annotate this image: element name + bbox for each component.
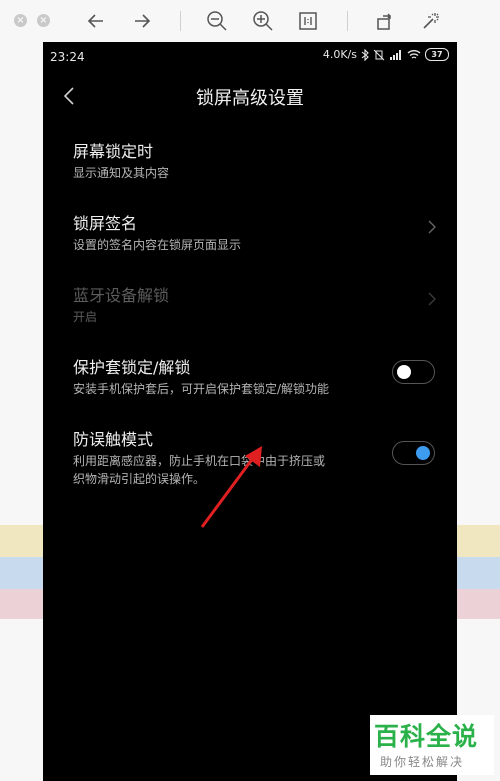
watermark-logo: 百科全说	[374, 722, 479, 751]
rotate-icon[interactable]	[373, 9, 397, 33]
phone-screen: 23:24 4.0K/s 37 锁屏高级设置 屏幕锁定时 显示通知及其内容 锁屏…	[43, 42, 457, 781]
background-strip	[0, 557, 44, 589]
forward-arrow-icon[interactable]	[130, 9, 154, 33]
background-strip	[456, 525, 500, 557]
minimize-icon[interactable]: ×	[37, 14, 50, 27]
background-strip	[456, 557, 500, 589]
close-icon[interactable]: ×	[14, 14, 27, 27]
back-arrow-icon[interactable]	[84, 9, 108, 33]
magic-wand-icon[interactable]	[419, 9, 443, 33]
toolbar-divider	[180, 11, 181, 31]
zoom-out-icon[interactable]	[205, 9, 229, 33]
background-strip	[0, 525, 44, 557]
watermark-tagline: 助你轻松解决	[380, 755, 465, 769]
background-strip	[0, 589, 44, 619]
background-strip	[456, 589, 500, 619]
annotation-arrow	[200, 446, 262, 528]
zoom-in-icon[interactable]	[251, 9, 275, 33]
actual-size-icon[interactable]	[296, 9, 320, 33]
viewer-toolbar: × ×	[0, 0, 500, 42]
watermark: 百科全说 助你轻松解决	[370, 715, 494, 775]
toolbar-divider	[347, 11, 348, 31]
